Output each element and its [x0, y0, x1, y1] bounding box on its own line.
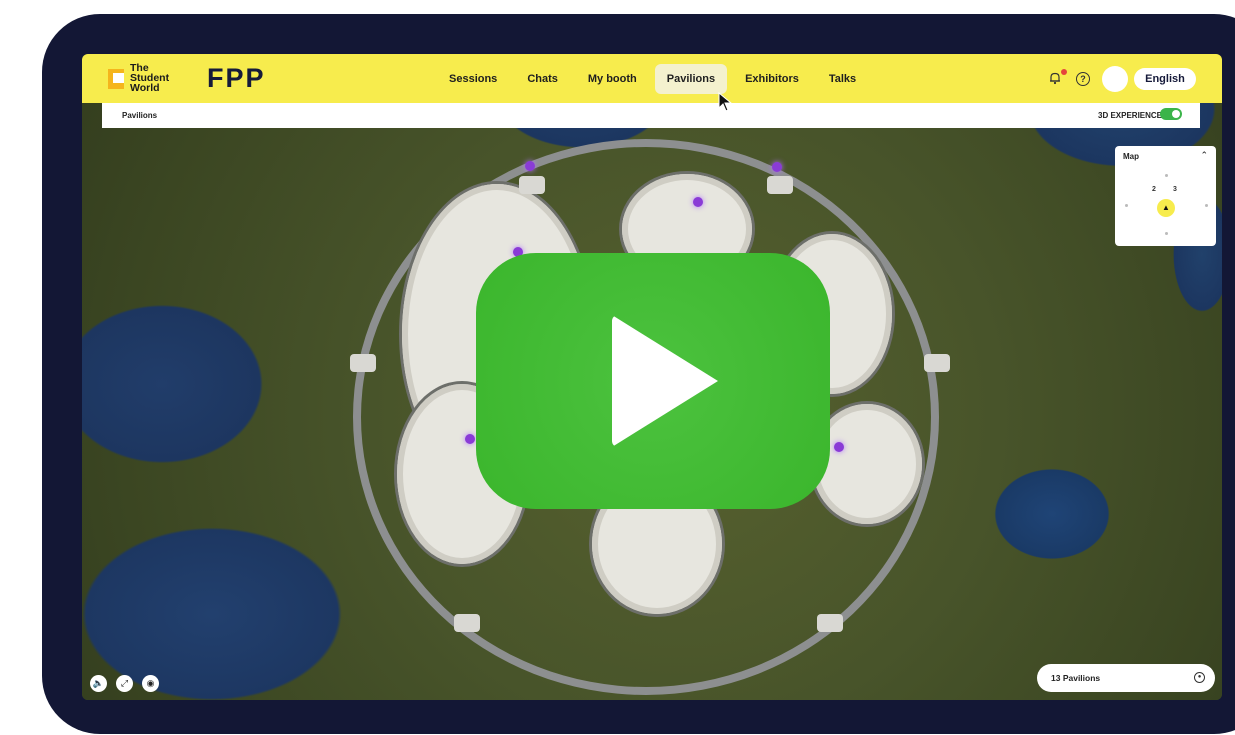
play-icon — [612, 315, 718, 447]
top-navigation-bar: The Student World FPP Sessions Chats My … — [82, 54, 1222, 103]
sound-icon[interactable]: 🔈 — [90, 675, 107, 692]
avatar[interactable] — [1102, 66, 1128, 92]
pavilion-marker[interactable] — [693, 197, 703, 207]
ring-gate — [454, 614, 480, 632]
nav-item-exhibitors[interactable]: Exhibitors — [733, 64, 811, 94]
pavilions-panel[interactable]: 13 Pavilions ● — [1037, 664, 1215, 692]
nav-item-chats[interactable]: Chats — [515, 64, 570, 94]
fullscreen-icon[interactable]: ⤢ — [116, 675, 133, 692]
student-world-logo[interactable]: The Student World — [130, 63, 190, 94]
minimap-point — [1125, 204, 1128, 207]
brand-logo[interactable]: FPP — [207, 63, 266, 94]
pavilion-marker[interactable] — [465, 434, 475, 444]
pavilion-marker[interactable] — [772, 162, 782, 172]
pavilion-count: 13 Pavilions — [1051, 673, 1101, 683]
minimap-point — [1165, 232, 1168, 235]
minimap-title: Map — [1123, 152, 1139, 161]
ring-gate — [350, 354, 376, 372]
3d-experience-label: 3D EXPERIENCE — [1098, 111, 1163, 120]
logo-line: World — [130, 82, 160, 94]
location-arrow-icon: ▲ — [1157, 199, 1175, 217]
help-icon[interactable]: ? — [1076, 72, 1090, 86]
minimap-marker[interactable]: 2 — [1152, 186, 1156, 193]
expand-icon[interactable]: ● — [1194, 672, 1205, 683]
breadcrumb: Pavilions — [122, 111, 158, 120]
settings-icon[interactable]: ◉ — [142, 675, 159, 692]
nav-item-talks[interactable]: Talks — [817, 64, 868, 94]
ring-gate — [924, 354, 950, 372]
cursor-pointer — [718, 91, 734, 117]
video-play-button[interactable] — [476, 253, 830, 509]
minimap-point — [1205, 204, 1208, 207]
pavilion-marker[interactable] — [525, 161, 535, 171]
minimap[interactable]: Map ⌃ 2 3 ▲ — [1115, 146, 1216, 246]
pavilion-marker[interactable] — [834, 442, 844, 452]
nav-item-sessions[interactable]: Sessions — [437, 64, 509, 94]
student-world-logo-icon — [108, 69, 124, 89]
language-selector[interactable]: English — [1134, 68, 1196, 90]
collapse-chevron-icon[interactable]: ⌃ — [1200, 150, 1208, 161]
ring-gate — [817, 614, 843, 632]
minimap-marker[interactable]: 3 — [1173, 186, 1177, 193]
nav-item-pavilions[interactable]: Pavilions — [654, 64, 728, 94]
sub-header-bar: Pavilions 3D EXPERIENCE — [102, 103, 1200, 128]
main-nav: Sessions Chats My booth Pavilions Exhibi… — [437, 64, 868, 94]
notification-dot — [1061, 69, 1067, 75]
minimap-point — [1165, 174, 1168, 177]
ring-gate — [519, 176, 545, 194]
bell-icon[interactable] — [1048, 71, 1062, 85]
nav-item-my-booth[interactable]: My booth — [576, 64, 649, 94]
3d-experience-toggle[interactable] — [1160, 108, 1182, 120]
ring-gate — [767, 176, 793, 194]
